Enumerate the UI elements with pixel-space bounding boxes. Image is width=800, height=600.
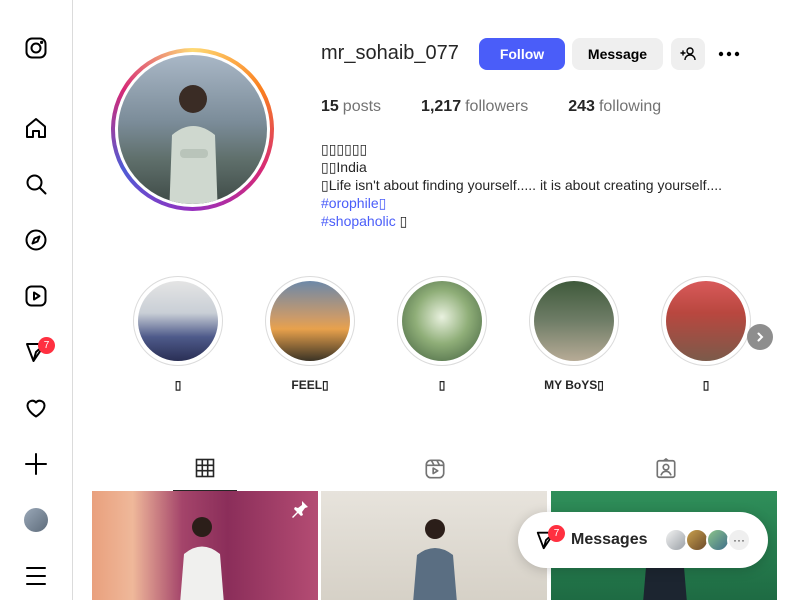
highlight-item[interactable]: ▯ — [397, 276, 487, 392]
more-avatars: ··· — [727, 528, 751, 552]
highlight-item[interactable]: MY BoYS▯ — [529, 276, 619, 392]
hashtag-link[interactable]: #orophile▯ — [321, 195, 386, 211]
tab-reels[interactable] — [403, 446, 467, 491]
follow-button[interactable]: Follow — [479, 38, 565, 70]
sidebar: 7 — [0, 0, 73, 600]
highlight-item[interactable]: FEEL▯ — [265, 276, 355, 392]
bio-line: ▯▯India — [321, 159, 367, 175]
instagram-icon[interactable] — [24, 36, 48, 60]
profile-stats: 15 posts 1,217 followers 243 following — [321, 98, 701, 116]
messages-badge: 7 — [38, 337, 55, 354]
profile-picture-ring[interactable] — [111, 48, 274, 211]
pinned-icon — [292, 501, 308, 518]
search-icon[interactable] — [24, 172, 48, 196]
bio-line: ▯Life isn't about finding yourself..... … — [321, 177, 723, 193]
more-options-icon[interactable] — [717, 44, 741, 64]
notifications-icon[interactable] — [24, 396, 48, 420]
chevron-right-icon — [757, 332, 764, 342]
hashtag-link[interactable]: #shopaholic — [321, 213, 396, 229]
tagged-tab-icon — [656, 457, 676, 478]
messages-label: Messages — [571, 531, 648, 548]
tab-posts[interactable] — [173, 446, 237, 491]
highlight-item[interactable]: ▯ — [133, 276, 223, 392]
messages-badge: 7 — [548, 525, 565, 542]
bio-line: ▯▯▯▯▯▯ — [321, 141, 368, 157]
profile-avatar[interactable] — [24, 508, 48, 532]
create-icon[interactable] — [24, 452, 48, 476]
explore-icon[interactable] — [24, 228, 48, 252]
highlight-cover — [402, 281, 482, 361]
person-silhouette — [169, 85, 218, 204]
post-thumbnail[interactable] — [321, 491, 547, 600]
followers-stat[interactable]: 1,217 followers — [421, 98, 528, 116]
menu-icon[interactable] — [24, 564, 48, 588]
reels-tab-icon — [425, 458, 445, 479]
highlights-next-button[interactable] — [747, 324, 773, 350]
highlight-cover — [138, 281, 218, 361]
reels-icon[interactable] — [24, 284, 48, 308]
profile-bio: ▯▯▯▯▯▯ ▯▯India ▯Life isn't about finding… — [321, 141, 723, 229]
highlight-cover — [666, 281, 746, 361]
highlight-cover — [534, 281, 614, 361]
tab-tagged[interactable] — [634, 446, 698, 491]
story-highlights: ▯ FEEL▯ ▯ MY BoYS▯ ▯ — [73, 276, 800, 396]
suggested-users-button[interactable] — [671, 38, 705, 70]
profile-picture — [118, 55, 267, 204]
highlight-item[interactable]: ▯ — [661, 276, 751, 392]
highlight-cover — [270, 281, 350, 361]
profile-username: mr_sohaib_077 — [321, 42, 459, 64]
following-stat[interactable]: 243 following — [568, 98, 661, 116]
posts-tab-icon — [195, 458, 215, 478]
posts-stat: 15 posts — [321, 98, 382, 115]
home-icon[interactable] — [24, 116, 48, 140]
add-user-icon — [680, 47, 696, 61]
profile-tabs — [92, 446, 776, 491]
message-button[interactable]: Message — [572, 38, 663, 70]
post-thumbnail[interactable] — [92, 491, 318, 600]
profile-main: mr_sohaib_077 Follow Message 15 posts 1,2… — [73, 0, 800, 600]
messages-floating-button[interactable]: 7 Messages ··· — [518, 512, 768, 568]
